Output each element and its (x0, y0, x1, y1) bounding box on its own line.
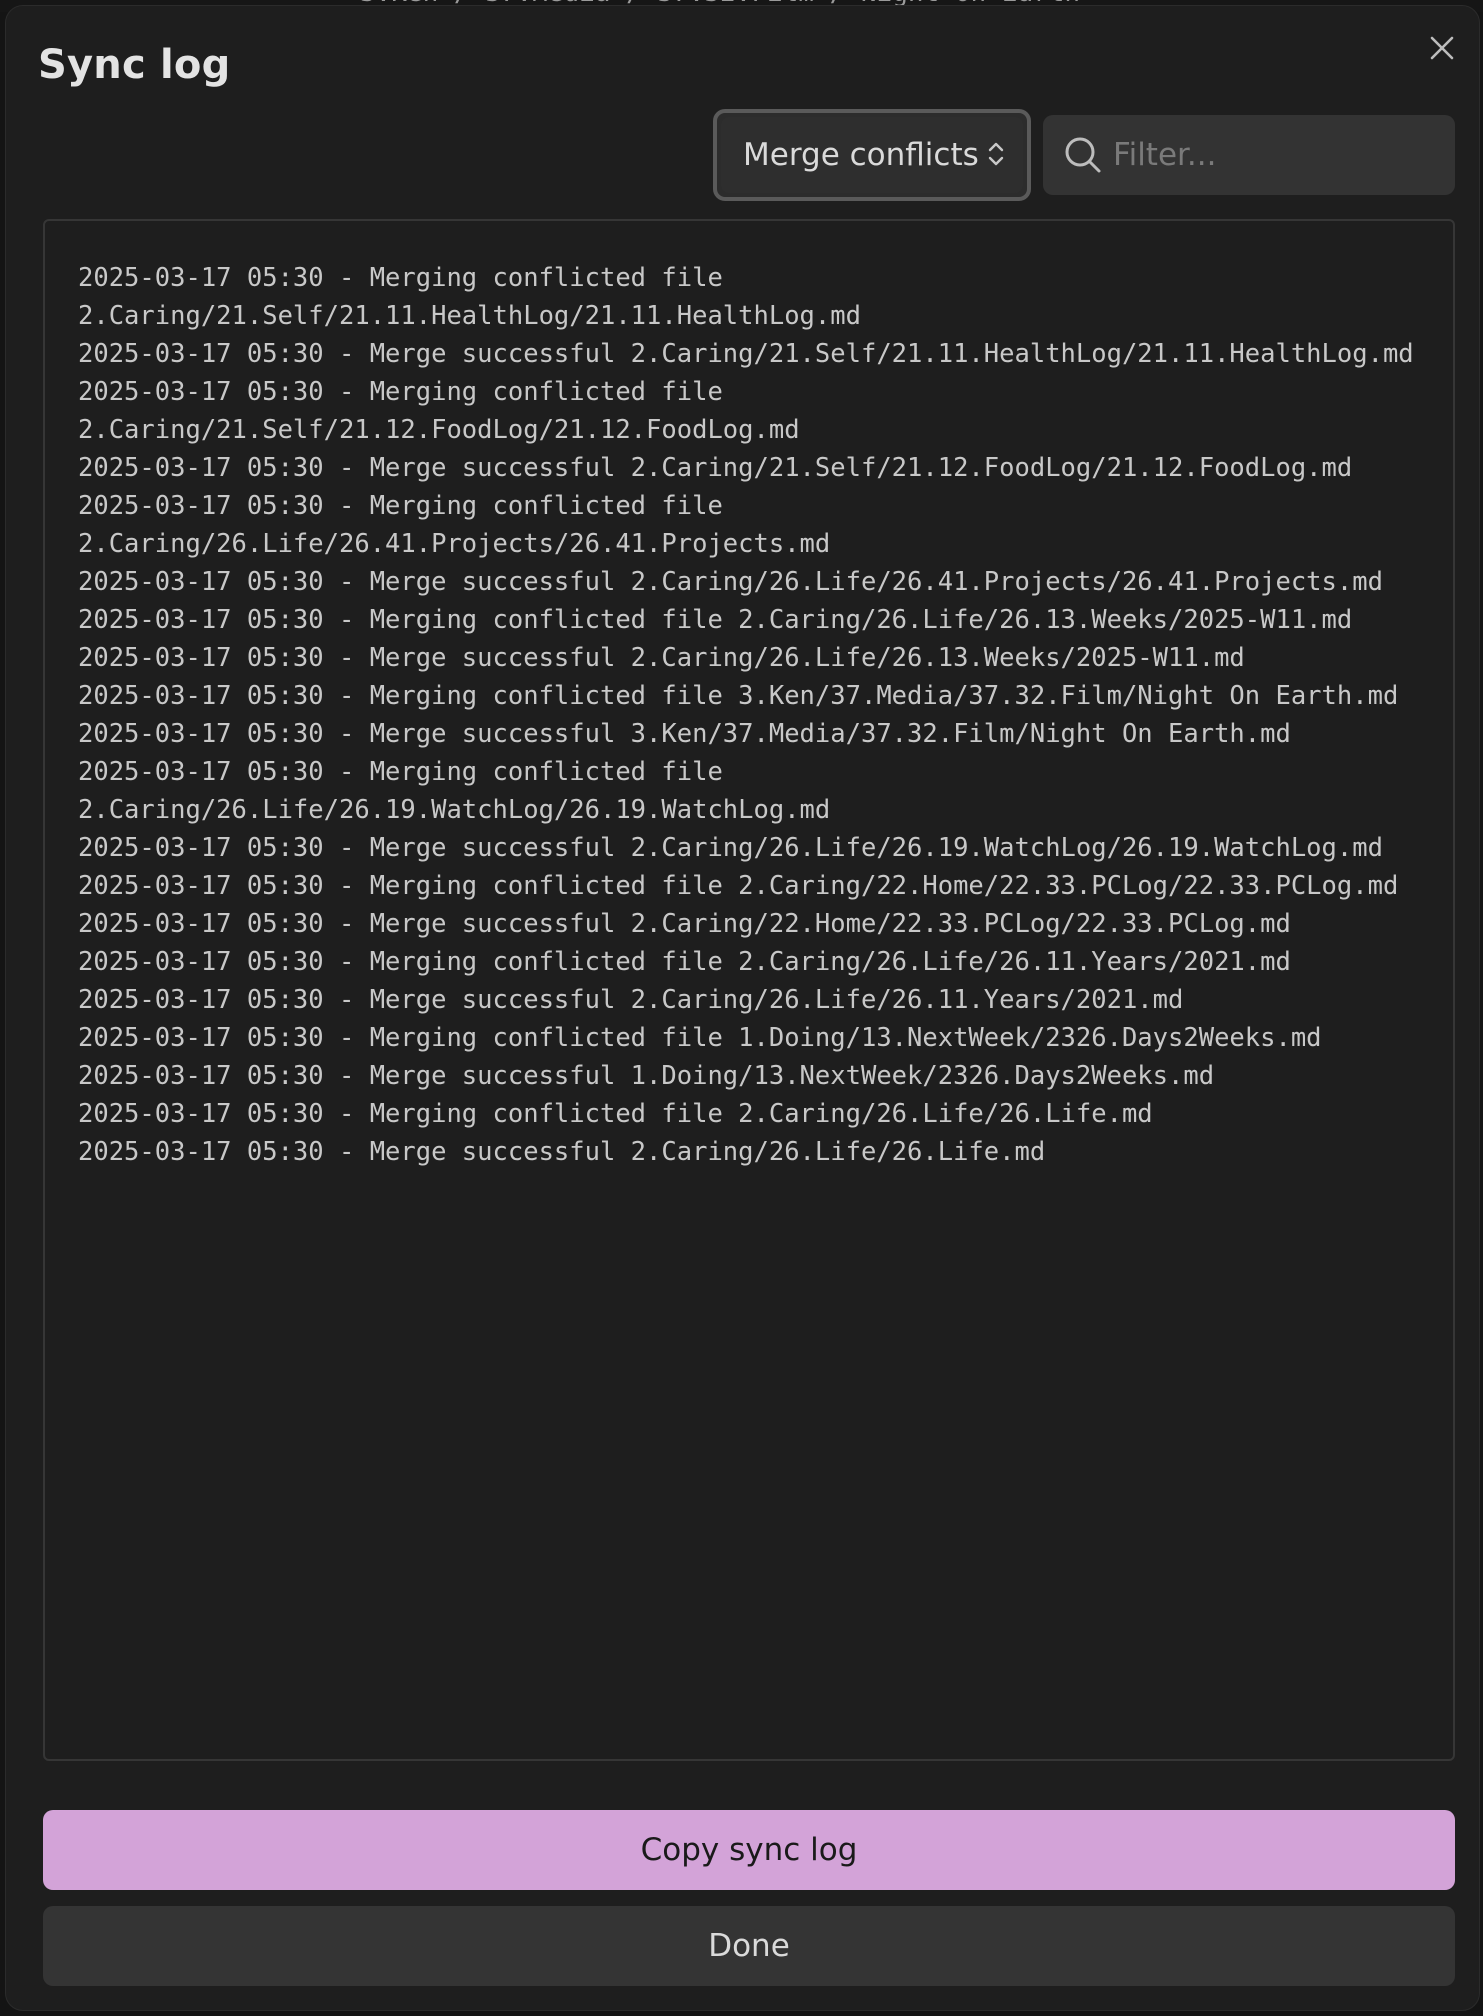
log-line: 2025-03-17 05:30 - Merge successful 2.Ca… (78, 567, 1383, 597)
log-line: 2025-03-17 05:30 - Merging conflicted fi… (78, 947, 1291, 977)
log-line: 2025-03-17 05:30 - Merge successful 2.Ca… (78, 1137, 1046, 1167)
log-line: 2025-03-17 05:30 - Merging conflicted fi… (78, 681, 1399, 711)
log-line: 2025-03-17 05:30 - Merge successful 2.Ca… (78, 643, 1245, 673)
log-filter-selected: Merge conflicts (743, 137, 979, 173)
log-line: 2025-03-17 05:30 - Merge successful 2.Ca… (78, 339, 1414, 369)
log-line: 2025-03-17 05:30 - Merging conflicted fi… (78, 263, 861, 331)
log-line: 2025-03-17 05:30 - Merging conflicted fi… (78, 605, 1353, 635)
log-line: 2025-03-17 05:30 - Merge successful 2.Ca… (78, 453, 1353, 483)
log-line: 2025-03-17 05:30 - Merge successful 3.Ke… (78, 719, 1291, 749)
close-icon (1430, 36, 1454, 60)
filter-search-box[interactable] (1043, 115, 1455, 195)
log-line: 2025-03-17 05:30 - Merging conflicted fi… (78, 1099, 1153, 1129)
log-line: 2025-03-17 05:30 - Merge successful 1.Do… (78, 1061, 1215, 1091)
copy-sync-log-button[interactable]: Copy sync log (43, 1810, 1455, 1890)
log-line: 2025-03-17 05:30 - Merging conflicted fi… (78, 491, 831, 559)
filter-input[interactable] (1113, 115, 1443, 195)
modal-title: Sync log (38, 42, 231, 88)
log-line: 2025-03-17 05:30 - Merging conflicted fi… (78, 871, 1399, 901)
log-line: 2025-03-17 05:30 - Merge successful 2.Ca… (78, 833, 1383, 863)
done-button[interactable]: Done (43, 1906, 1455, 1986)
log-filter-select-inner: Merge conflicts (721, 117, 1023, 193)
log-filter-select[interactable]: Merge conflicts (713, 109, 1031, 201)
log-line: 2025-03-17 05:30 - Merge successful 2.Ca… (78, 985, 1184, 1015)
log-line: 2025-03-17 05:30 - Merging conflicted fi… (78, 1023, 1322, 1053)
chevron-up-down-icon (988, 142, 1004, 166)
search-icon (1065, 137, 1101, 173)
sync-log-modal: Sync log Merge conflicts 2025-03-17 05:3… (5, 5, 1480, 2011)
sync-log-output[interactable]: 2025-03-17 05:30 - Merging conflicted fi… (43, 219, 1455, 1761)
log-line: 2025-03-17 05:30 - Merging conflicted fi… (78, 757, 831, 825)
log-line: 2025-03-17 05:30 - Merge successful 2.Ca… (78, 909, 1291, 939)
close-button[interactable] (1424, 30, 1460, 66)
log-line: 2025-03-17 05:30 - Merging conflicted fi… (78, 377, 800, 445)
